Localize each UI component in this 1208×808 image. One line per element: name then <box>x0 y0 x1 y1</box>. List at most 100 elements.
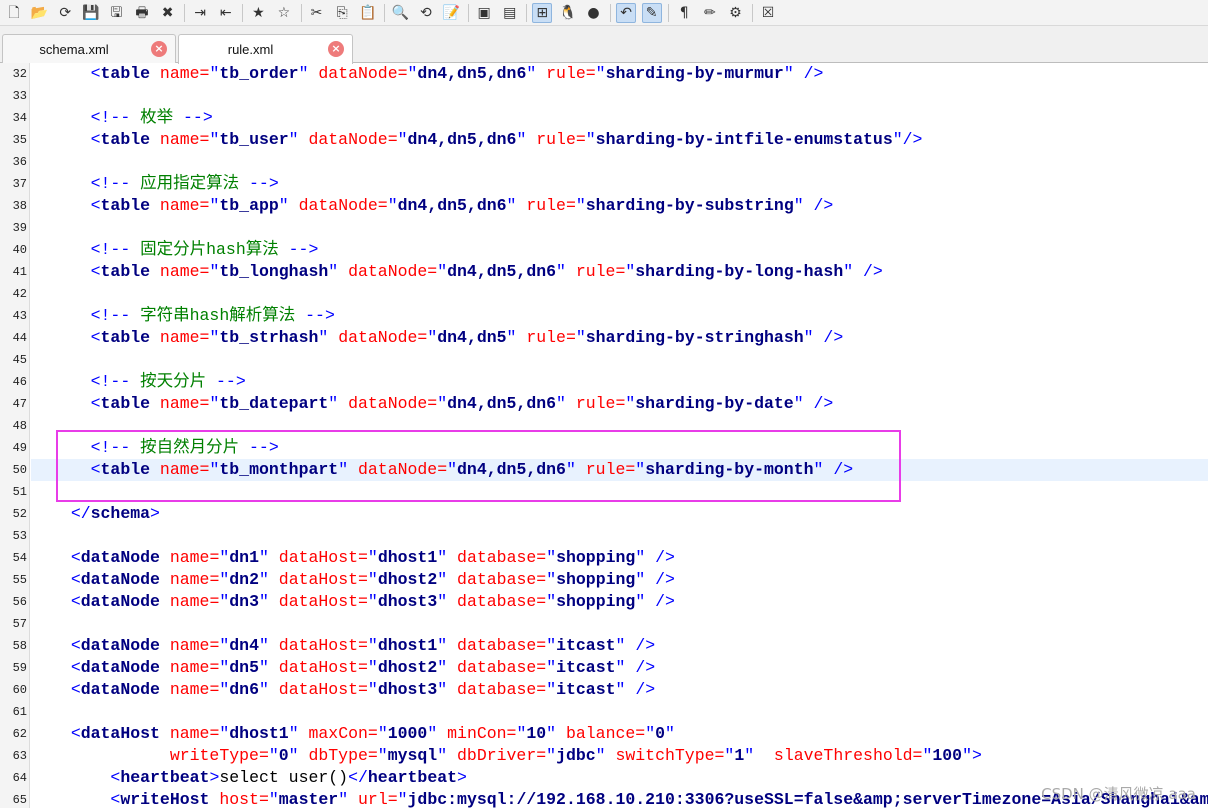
bookmark-next-icon[interactable]: ☆ <box>274 3 294 23</box>
code-line[interactable]: 42 <box>0 283 1208 305</box>
highlight-annotation-box <box>56 430 901 502</box>
code-token: dn4,dn5,dn6 <box>447 394 557 413</box>
print-icon[interactable]: 🖶 <box>132 3 152 23</box>
code-token: dataNode <box>80 658 160 677</box>
outdent-icon[interactable]: ⇤ <box>216 3 236 23</box>
code-line[interactable]: 32 <table name="tb_order" dataNode="dn4,… <box>0 63 1208 85</box>
undo-icon[interactable]: ↶ <box>616 2 637 23</box>
code-line[interactable]: 64 <heartbeat>select user()</heartbeat> <box>0 767 1208 789</box>
code-line[interactable]: 41 <table name="tb_longhash" dataNode="d… <box>0 261 1208 283</box>
indent-icon[interactable]: ⇥ <box>190 3 210 23</box>
code-line[interactable]: 65 <writeHost host="master" url="jdbc:my… <box>0 789 1208 808</box>
code-line[interactable]: 56 <dataNode name="dn3" dataHost="dhost3… <box>0 591 1208 613</box>
code-token: " /> <box>635 592 675 611</box>
apple-icon[interactable]: ● <box>583 3 603 23</box>
code-token: tb_longhash <box>219 262 329 281</box>
code-token: itcast <box>556 636 616 655</box>
code-line[interactable]: 47 <table name="tb_datepart" dataNode="d… <box>0 393 1208 415</box>
new-file-icon[interactable]: 🗋 <box>4 3 24 23</box>
code-line[interactable]: 43 <!-- 字符串hash解析算法 --> <box>0 305 1208 327</box>
code-line[interactable]: 44 <table name="tb_strhash" dataNode="dn… <box>0 327 1208 349</box>
code-line[interactable]: 37 <!-- 应用指定算法 --> <box>0 173 1208 195</box>
code-token: sharding-by-intfile-enumstatus <box>595 130 893 149</box>
line-number: 65 <box>12 793 27 807</box>
code-token: " <box>437 548 448 567</box>
code-line[interactable]: 54 <dataNode name="dn1" dataHost="dhost1… <box>0 547 1208 569</box>
code-token: --> <box>288 240 319 259</box>
code-line[interactable]: 62 <dataHost name="dhost1" maxCon="1000"… <box>0 723 1208 745</box>
code-line[interactable]: 46 <!-- 按天分片 --> <box>0 371 1208 393</box>
save-all-icon[interactable]: 🖫 <box>106 3 126 23</box>
code-line[interactable]: 38 <table name="tb_app" dataNode="dn4,dn… <box>0 195 1208 217</box>
code-text: <table name="tb_order" dataNode="dn4,dn5… <box>51 63 824 85</box>
cut-icon[interactable]: ✂ <box>307 3 327 23</box>
code-line[interactable]: 59 <dataNode name="dn5" dataHost="dhost2… <box>0 657 1208 679</box>
code-line[interactable]: 39 <box>0 217 1208 239</box>
code-line[interactable]: 40 <!-- 固定分片hash算法 --> <box>0 239 1208 261</box>
tile-icon[interactable]: ▤ <box>500 3 520 23</box>
code-text: <!-- 字符串hash解析算法 --> <box>51 305 335 327</box>
paste-icon[interactable]: 📋 <box>358 3 378 23</box>
code-editor[interactable]: 32 <table name="tb_order" dataNode="dn4,… <box>0 63 1208 808</box>
tab-close-icon[interactable]: × <box>328 41 344 57</box>
note-icon[interactable]: 📝 <box>442 3 462 23</box>
code-line[interactable]: 60 <dataNode name="dn6" dataHost="dhost3… <box>0 679 1208 701</box>
code-token: " <box>437 680 448 699</box>
tab-rule-xml[interactable]: rule.xml × <box>178 34 353 64</box>
reload-icon[interactable]: ⟳ <box>55 3 75 23</box>
code-token: tb_user <box>219 130 289 149</box>
code-token: " <box>546 548 557 567</box>
highlighter-icon[interactable]: ✏ <box>700 3 720 23</box>
code-line[interactable]: 61 <box>0 701 1208 723</box>
code-token: " <box>367 548 378 567</box>
window-icon[interactable]: ▣ <box>474 3 494 23</box>
code-line[interactable]: 57 <box>0 613 1208 635</box>
code-line[interactable]: 63 writeType="0" dbType="mysql" dbDriver… <box>0 745 1208 767</box>
code-token: dataNode <box>80 592 160 611</box>
settings-icon[interactable]: ⚙ <box>725 3 745 23</box>
code-token: dataHost= <box>268 680 368 699</box>
code-token: dataHost= <box>268 570 368 589</box>
open-folder-icon[interactable]: 📂 <box>30 3 50 23</box>
edit-icon[interactable]: ✎ <box>641 2 662 23</box>
code-line[interactable]: 45 <box>0 349 1208 371</box>
close-window-icon[interactable]: ☒ <box>758 3 778 23</box>
code-line[interactable]: 35 <table name="tb_user" dataNode="dn4,d… <box>0 129 1208 151</box>
code-line[interactable]: 55 <dataNode name="dn2" dataHost="dhost2… <box>0 569 1208 591</box>
code-token: dataNode= <box>338 262 438 281</box>
find-icon[interactable]: 🔍 <box>390 3 410 23</box>
code-token: " <box>546 680 557 699</box>
code-line[interactable]: 36 <box>0 151 1208 173</box>
code-line[interactable]: 52 </schema> <box>0 503 1208 525</box>
paragraph-icon[interactable]: ¶ <box>674 3 694 23</box>
code-token: table <box>100 196 151 215</box>
tab-close-icon[interactable]: × <box>151 41 167 57</box>
close-icon[interactable]: ✖ <box>158 3 178 23</box>
code-token: 10 <box>526 724 547 743</box>
code-token: " /> <box>615 636 656 655</box>
code-token: name= <box>159 680 220 699</box>
code-line[interactable]: 58 <dataNode name="dn4" dataHost="dhost1… <box>0 635 1208 657</box>
copy-icon[interactable]: ⎘ <box>332 3 352 23</box>
tab-schema-xml[interactable]: schema.xml × <box>2 34 176 63</box>
save-icon[interactable]: 💾 <box>81 3 101 23</box>
code-token: 按天分片 <box>130 372 217 391</box>
toolbar-separator <box>526 3 528 22</box>
bookmark-icon[interactable]: ★ <box>248 3 268 23</box>
code-token: " <box>427 724 438 743</box>
code-line[interactable]: 53 <box>0 525 1208 547</box>
code-token: " <box>268 790 279 808</box>
line-number: 50 <box>12 463 27 477</box>
code-line[interactable]: 33 <box>0 85 1208 107</box>
code-line[interactable]: 34 <!-- 枚举 --> <box>0 107 1208 129</box>
linux-icon[interactable]: 🐧 <box>558 3 578 23</box>
replace-icon[interactable]: ⟲ <box>416 3 436 23</box>
code-text: <dataNode name="dn3" dataHost="dhost3" d… <box>51 591 675 613</box>
code-token: " /> <box>843 262 883 281</box>
windows-icon[interactable]: ⊞ <box>532 2 553 23</box>
line-number: 59 <box>12 661 27 675</box>
code-token: dn4,dn5,dn6 <box>417 64 527 83</box>
code-token: dataNode= <box>298 130 398 149</box>
